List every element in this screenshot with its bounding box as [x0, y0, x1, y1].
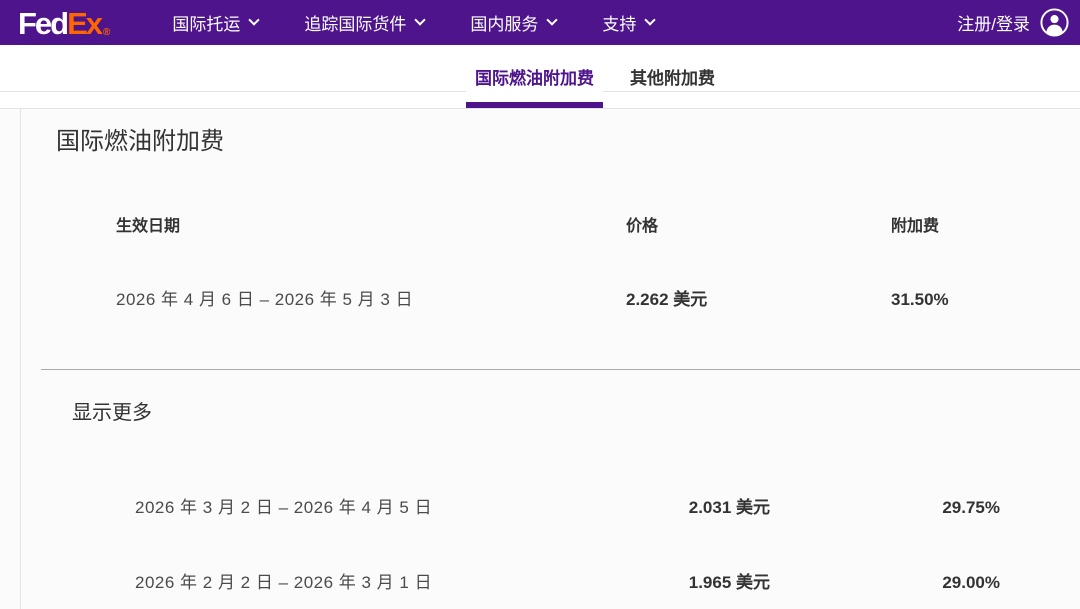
column-header-effective-date: 生效日期: [116, 212, 626, 236]
page-content: 国际燃油附加费 生效日期 价格 附加费 2026 年 4 月 6 日 – 202…: [0, 108, 1080, 609]
column-header-surcharge: 附加费: [891, 212, 1080, 236]
nav-right-group: 注册/登录: [957, 7, 1070, 38]
effective-date-value: 2026 年 2 月 2 日 – 2026 年 3 月 1 日: [135, 568, 630, 593]
table-row: 2026 年 4 月 6 日 – 2026 年 5 月 3 日 2.262 美元…: [21, 285, 1080, 310]
tab-other-surcharges[interactable]: 其他附加费: [621, 45, 724, 108]
nav-item-label: 支持: [602, 10, 636, 35]
register-login-link[interactable]: 注册/登录: [957, 10, 1030, 35]
effective-date-value: 2026 年 3 月 2 日 – 2026 年 4 月 5 日: [135, 493, 630, 518]
surcharge-tab-strip: 国际燃油附加费 其他附加费: [0, 45, 1080, 108]
surcharge-value: 31.50%: [891, 290, 1080, 310]
chevron-down-icon: [415, 14, 426, 25]
page-title: 国际燃油附加费: [56, 121, 1080, 156]
table-row: 2026 年 2 月 2 日 – 2026 年 3 月 1 日 1.965 美元…: [21, 568, 1080, 593]
chevron-down-icon: [249, 14, 260, 25]
logo-text-fed: Fed: [18, 8, 67, 39]
nav-item-label: 国际托运: [172, 10, 240, 35]
surcharge-value: 29.00%: [770, 573, 1000, 593]
column-header-price: 价格: [626, 212, 891, 236]
table-row: 2026 年 3 月 2 日 – 2026 年 4 月 5 日 2.031 美元…: [21, 493, 1080, 518]
chevron-down-icon: [547, 14, 558, 25]
main-nav: 国际托运 追踪国际货件 国内服务 支持: [172, 10, 654, 35]
nav-item-track-international[interactable]: 追踪国际货件: [304, 10, 424, 35]
tabs: 国际燃油附加费 其他附加费: [466, 45, 724, 108]
logo-text-ex: Ex: [67, 8, 101, 39]
price-value: 1.965 美元: [630, 568, 770, 593]
surcharge-value: 29.75%: [770, 498, 1000, 518]
nav-item-domestic-services[interactable]: 国内服务: [470, 10, 556, 35]
effective-date-value: 2026 年 4 月 6 日 – 2026 年 5 月 3 日: [116, 285, 626, 310]
tab-international-fuel-surcharge[interactable]: 国际燃油附加费: [466, 45, 603, 108]
price-value: 2.031 美元: [630, 493, 770, 518]
show-more-section: 显示更多 2026 年 3 月 2 日 – 2026 年 4 月 5 日 2.0…: [21, 370, 1080, 593]
nav-item-label: 国内服务: [470, 10, 538, 35]
price-value: 2.262 美元: [626, 285, 891, 310]
top-navbar: FedEx® 国际托运 追踪国际货件 国内服务 支持 注册/登录: [0, 0, 1080, 45]
user-account-icon[interactable]: [1039, 7, 1070, 38]
nav-item-label: 追踪国际货件: [304, 10, 406, 35]
fedex-logo[interactable]: FedEx®: [18, 6, 110, 39]
registered-trademark: ®: [103, 28, 110, 38]
table-header-row: 生效日期 价格 附加费: [21, 212, 1080, 236]
tab-label: 国际燃油附加费: [475, 64, 594, 89]
nav-item-support[interactable]: 支持: [602, 10, 654, 35]
show-more-button[interactable]: 显示更多: [72, 396, 152, 425]
nav-item-international-shipping[interactable]: 国际托运: [172, 10, 258, 35]
chevron-down-icon: [645, 14, 656, 25]
tab-label: 其他附加费: [630, 64, 715, 89]
